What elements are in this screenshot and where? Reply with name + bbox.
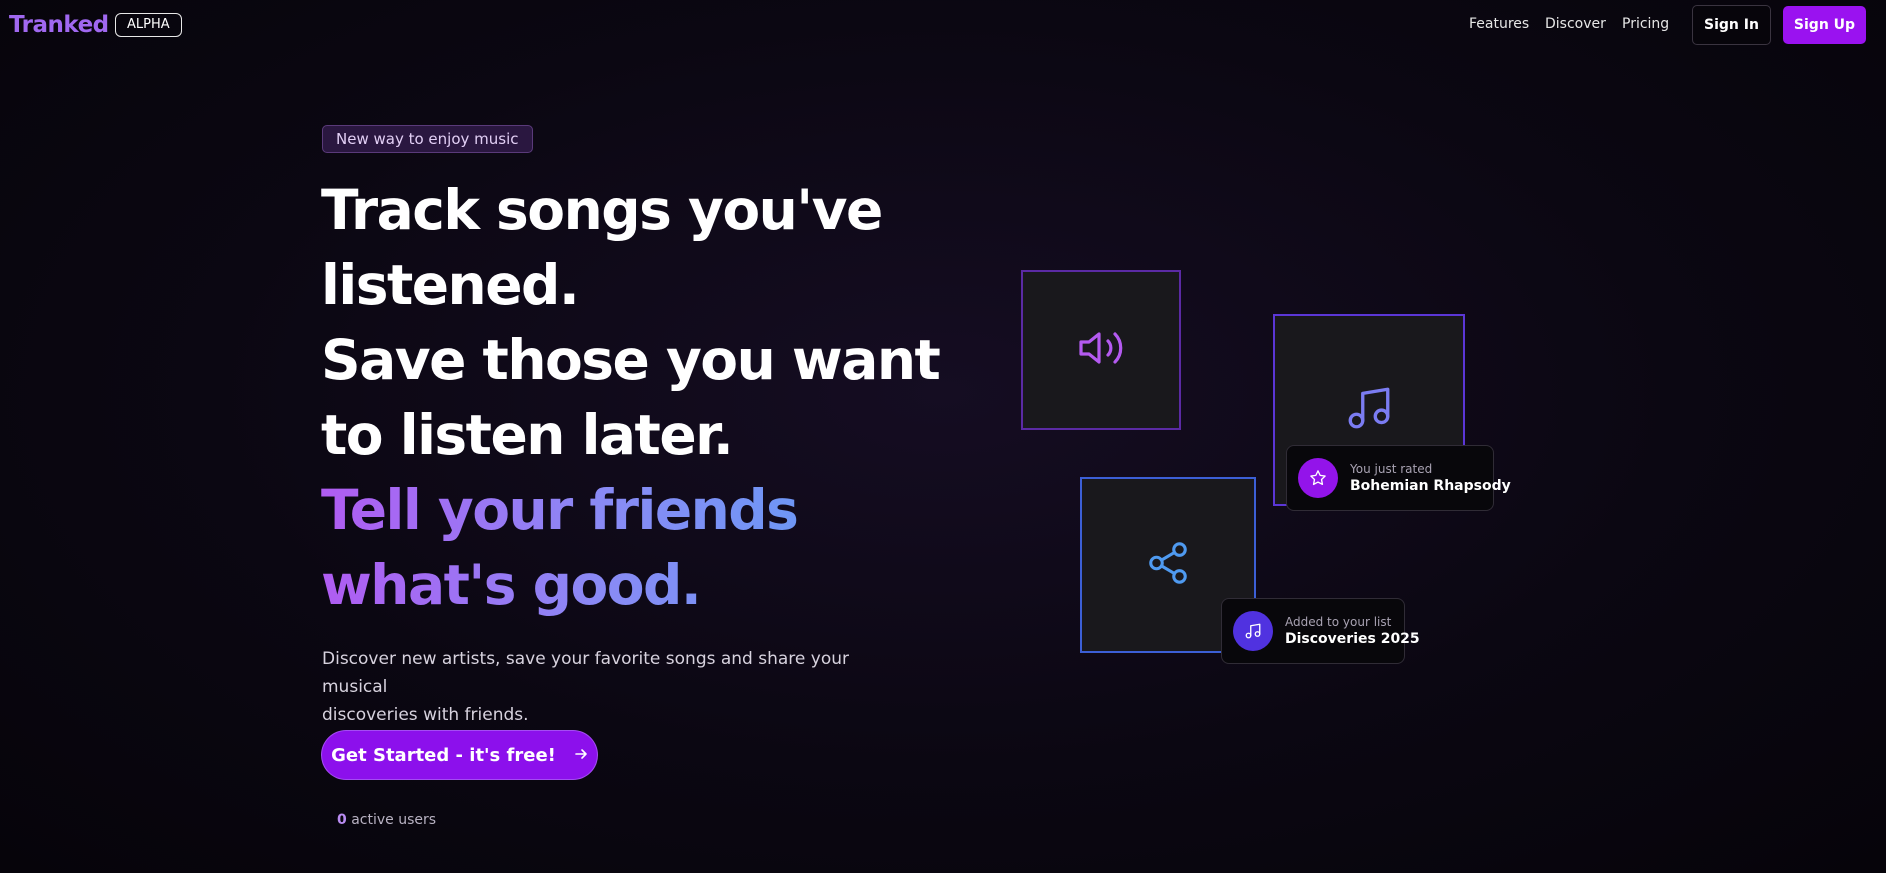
music-note-icon xyxy=(1344,383,1394,437)
active-users: 0 active users xyxy=(337,812,436,828)
nav-features[interactable]: Features xyxy=(1469,16,1529,32)
speaker-icon xyxy=(1077,324,1125,376)
notification-title: Discoveries 2025 xyxy=(1285,631,1420,647)
headline-line-4: to listen later. xyxy=(321,403,734,467)
active-users-count: 0 xyxy=(337,812,347,828)
hero-subtitle: Discover new artists, save your favorite… xyxy=(322,645,902,729)
nav-discover[interactable]: Discover xyxy=(1545,16,1606,32)
active-users-label: active users xyxy=(351,812,437,828)
hero-headline: Track songs you've listened. Save those … xyxy=(321,173,941,623)
share-icon xyxy=(1145,540,1191,590)
headline-line-2: listened. xyxy=(321,253,580,317)
logo[interactable]: Tranked xyxy=(9,12,109,38)
arrow-right-icon xyxy=(574,745,588,766)
rating-notification: You just rated Bohemian Rhapsody xyxy=(1286,445,1511,511)
sign-in-button[interactable]: Sign In xyxy=(1692,5,1771,45)
headline-line-6: what's good. xyxy=(321,548,941,623)
headline-line-5: Tell your friends xyxy=(321,473,941,548)
headline-line-3: Save those you want xyxy=(321,328,941,392)
get-started-button[interactable]: Get Started - it's free! xyxy=(322,731,597,779)
subtitle-line-2: discoveries with friends. xyxy=(322,705,529,725)
notification-caption: You just rated xyxy=(1350,462,1433,476)
list-notification: Added to your list Discoveries 2025 xyxy=(1221,598,1420,664)
alpha-badge: ALPHA xyxy=(115,13,182,37)
subtitle-line-1: Discover new artists, save your favorite… xyxy=(322,649,850,697)
star-icon xyxy=(1298,458,1338,498)
nav-pricing[interactable]: Pricing xyxy=(1622,16,1669,32)
get-started-label: Get Started - it's free! xyxy=(331,744,556,766)
hero-tag: New way to enjoy music xyxy=(322,125,533,153)
notification-title: Bohemian Rhapsody xyxy=(1350,478,1511,494)
speaker-tile xyxy=(1021,270,1181,430)
music-note-icon xyxy=(1233,611,1273,651)
headline-line-1: Track songs you've xyxy=(321,178,883,242)
sign-up-button[interactable]: Sign Up xyxy=(1783,6,1866,44)
notification-caption: Added to your list xyxy=(1285,615,1392,629)
